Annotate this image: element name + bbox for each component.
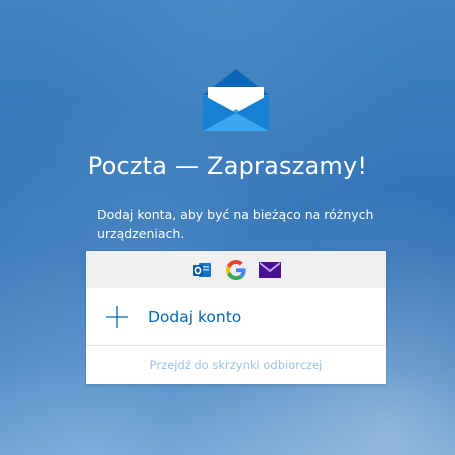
page-title: Poczta — Zapraszamy!	[87, 152, 368, 180]
google-icon	[225, 259, 247, 281]
outlook-icon	[191, 259, 213, 281]
page-subtitle: Dodaj konta, aby być na bieżąco na różny…	[97, 207, 374, 241]
yahoo-mail-icon	[259, 259, 281, 281]
add-account-button[interactable]: Dodaj konto	[86, 288, 386, 346]
plus-icon	[106, 305, 128, 328]
accounts-card: Dodaj konto Przejdź do skrzynki odbiorcz…	[86, 251, 386, 384]
mail-app-icon	[203, 69, 269, 131]
go-to-inbox-link[interactable]: Przejdź do skrzynki odbiorczej	[86, 346, 386, 384]
provider-bar	[86, 251, 386, 288]
add-account-label: Dodaj konto	[148, 307, 242, 326]
